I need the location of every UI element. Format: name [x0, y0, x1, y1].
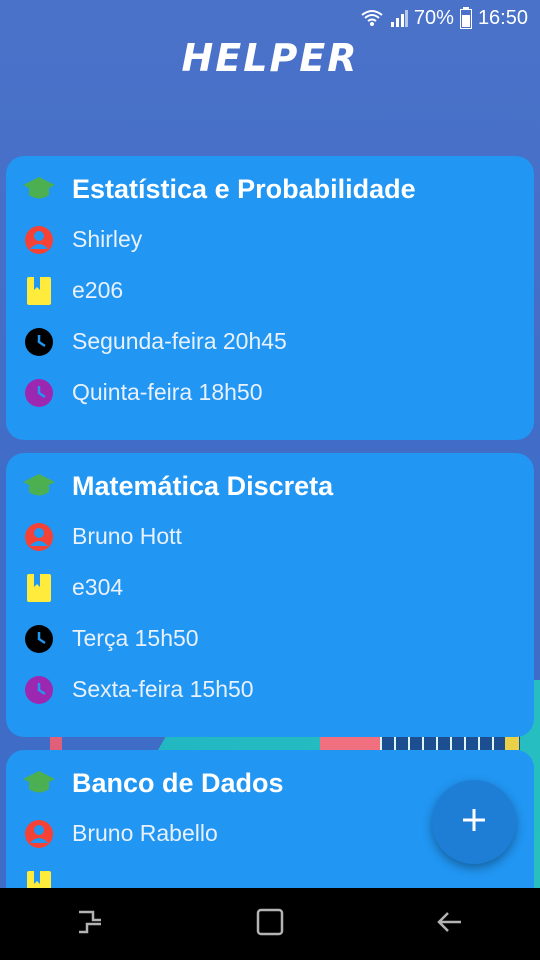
- home-button[interactable]: [255, 907, 285, 942]
- course-title: Banco de Dados: [72, 767, 284, 798]
- schedule-row: Terça 15h50: [22, 613, 518, 664]
- room-label: e304: [72, 574, 124, 600]
- battery-icon: [459, 7, 472, 29]
- clock-icon: [22, 673, 56, 707]
- room-row: e304: [22, 562, 518, 613]
- battery-percent: 70%: [413, 6, 454, 29]
- clock-icon: [22, 376, 56, 410]
- course-card[interactable]: Estatística e Probabilidade Shirley e206…: [6, 156, 534, 440]
- plus-icon: [461, 807, 487, 838]
- person-icon: [22, 223, 56, 257]
- signal-icon: [390, 9, 408, 27]
- status-bar: 70% 16:50: [0, 0, 540, 36]
- room-row: [22, 859, 518, 888]
- recent-apps-button[interactable]: [75, 908, 105, 941]
- course-title-row: Estatística e Probabilidade: [22, 164, 518, 214]
- professor-row: Shirley: [22, 214, 518, 265]
- schedule-row: Sexta-feira 15h50: [22, 664, 518, 715]
- bookmark-icon: [22, 274, 56, 308]
- person-icon: [22, 817, 56, 851]
- course-card[interactable]: Matemática Discreta Bruno Hott e304 Terç…: [6, 453, 534, 737]
- app-title: HELPER: [181, 36, 359, 80]
- course-title: Matemática Discreta: [72, 470, 334, 501]
- bookmark-icon: [22, 868, 56, 888]
- graduation-cap-icon: [22, 766, 56, 800]
- wifi-icon: [360, 8, 384, 28]
- course-title-row: Matemática Discreta: [22, 461, 518, 511]
- bookmark-icon: [22, 571, 56, 605]
- clock-time: 16:50: [477, 6, 528, 29]
- person-icon: [22, 520, 56, 554]
- graduation-cap-icon: [22, 469, 56, 503]
- professor-name: Shirley: [72, 226, 143, 252]
- add-course-button[interactable]: [432, 780, 516, 864]
- room-label: e206: [72, 277, 124, 303]
- schedule-text: Quinta-feira 18h50: [72, 379, 263, 405]
- professor-name: Bruno Rabello: [72, 820, 218, 846]
- professor-name: Bruno Hott: [72, 523, 182, 549]
- schedule-text: Segunda-feira 20h45: [72, 328, 287, 354]
- room-row: e206: [22, 265, 518, 316]
- graduation-cap-icon: [22, 172, 56, 206]
- system-nav-bar: [0, 888, 540, 960]
- course-title: Estatística e Probabilidade: [72, 173, 416, 204]
- clock-icon: [22, 622, 56, 656]
- clock-icon: [22, 325, 56, 359]
- back-button[interactable]: [435, 909, 465, 940]
- schedule-row: Quinta-feira 18h50: [22, 367, 518, 418]
- schedule-row: Segunda-feira 20h45: [22, 316, 518, 367]
- schedule-text: Sexta-feira 15h50: [72, 676, 254, 702]
- professor-row: Bruno Hott: [22, 511, 518, 562]
- schedule-text: Terça 15h50: [72, 625, 199, 651]
